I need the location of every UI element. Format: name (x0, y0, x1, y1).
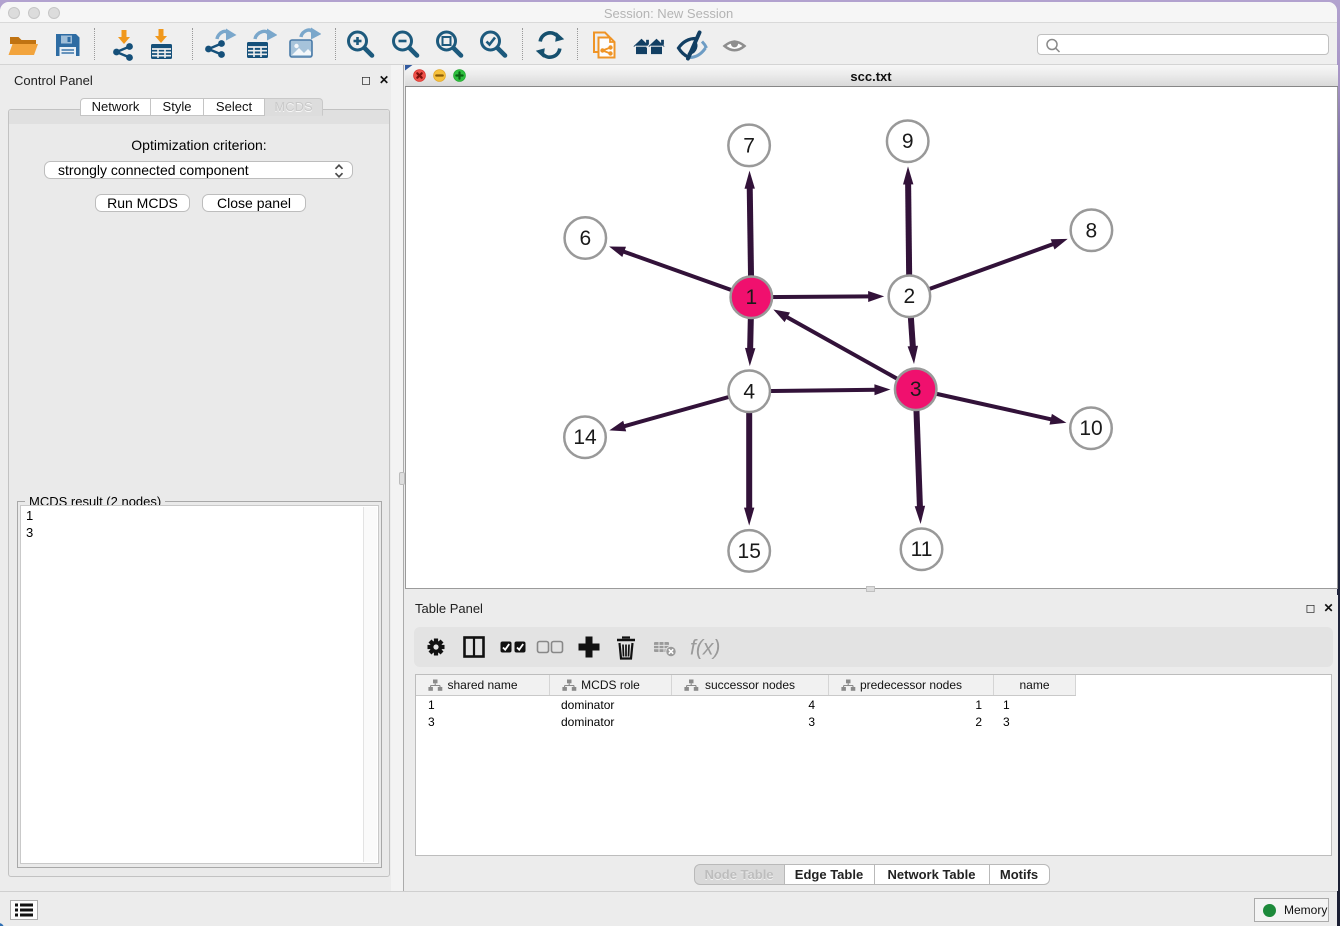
svg-text:6: 6 (579, 227, 591, 250)
svg-text:7: 7 (743, 134, 755, 157)
svg-text:14: 14 (573, 426, 597, 449)
svg-text:2: 2 (903, 285, 915, 308)
svg-text:1: 1 (745, 286, 757, 309)
svg-text:9: 9 (901, 130, 913, 153)
svg-text:4: 4 (743, 380, 755, 403)
svg-text:8: 8 (1085, 219, 1097, 242)
svg-text:15: 15 (737, 540, 760, 563)
svg-text:11: 11 (910, 538, 932, 561)
svg-text:3: 3 (909, 378, 921, 401)
svg-text:f(x): f(x) (690, 637, 720, 660)
svg-text:10: 10 (1079, 417, 1102, 440)
